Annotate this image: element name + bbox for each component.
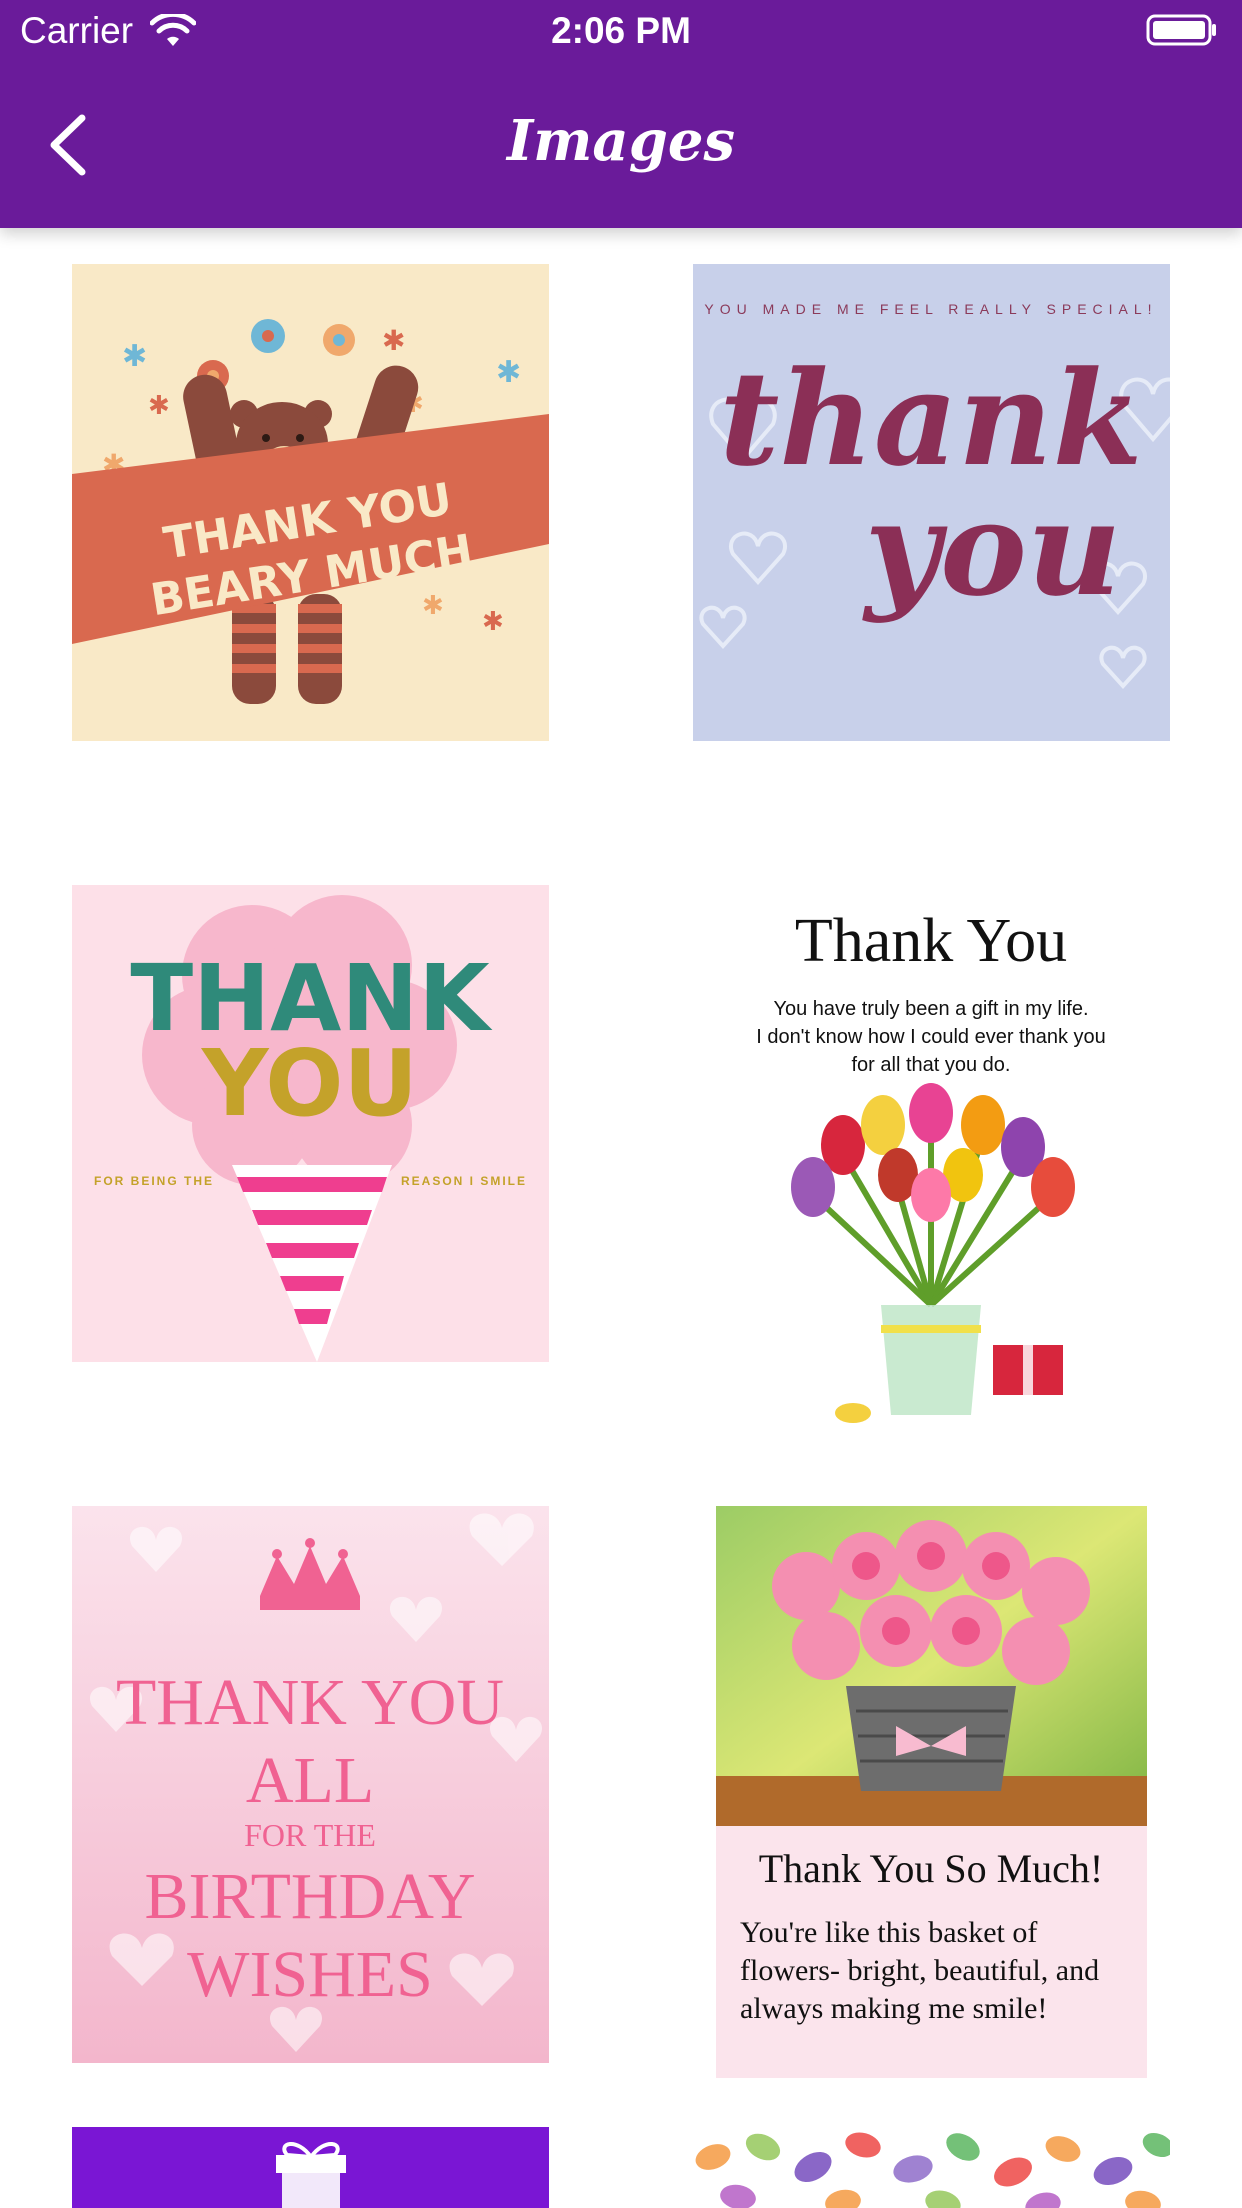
card-artwork: Thank You So Much! You're like this bask… — [716, 1506, 1147, 2078]
image-card-purple-gift[interactable] — [72, 2127, 549, 2208]
image-card-thank-you-beary-much[interactable]: ✱ ✱ ✱ ✱ ✱ ✱ ✱ ✱ THANK YOU BEARY MUCH — [72, 264, 549, 741]
card-text-line3: for all that you do. — [852, 1054, 1011, 1076]
svg-text:✱: ✱ — [148, 391, 170, 421]
card-artwork: YOU MADE ME FEEL REALLY SPECIAL! thank y… — [693, 264, 1170, 741]
card-title: Thank You So Much! — [759, 1846, 1103, 1891]
status-time: 2:06 PM — [551, 10, 691, 51]
svg-text:✱: ✱ — [482, 607, 504, 637]
card-text-line2: I don't know how I could ever thank you — [756, 1026, 1106, 1048]
card-caption-left: FOR BEING THE — [94, 1174, 214, 1188]
card-artwork: ✱ ✱ ✱ ✱ ✱ ✱ ✱ ✱ THANK YOU BEARY MUCH — [72, 264, 549, 741]
leaves-pattern-icon — [693, 2127, 1170, 2208]
navigation-bar: Carrier 2:06 PM Images — [0, 0, 1242, 228]
svg-text:✱: ✱ — [496, 355, 521, 390]
card-text-line4: BIRTHDAY — [145, 1860, 476, 1933]
page-title: Images — [506, 108, 736, 174]
card-text-line2: YOU — [201, 1030, 418, 1137]
card-artwork — [72, 2127, 549, 2208]
card-text-line1: You have truly been a gift in my life. — [774, 998, 1089, 1020]
card-text-line3: always making me smile! — [740, 1992, 1047, 2025]
card-text-line1: You're like this basket of — [740, 1916, 1037, 1949]
card-text-line2: flowers- bright, beautiful, and — [740, 1954, 1099, 1987]
image-card-thank-you-tulips[interactable]: Thank You You have truly been a gift in … — [693, 885, 1170, 1440]
card-text-line5: WISHES — [187, 1938, 433, 2011]
card-caption-right: REASON I SMILE — [401, 1174, 527, 1188]
image-card-thank-you-cotton-candy[interactable]: THANK YOU FOR BEING THE REASON I SMILE — [72, 885, 549, 1362]
card-artwork: Thank You You have truly been a gift in … — [693, 885, 1170, 1440]
card-text-line2: ALL — [246, 1744, 374, 1817]
card-text-line1: THANK YOU — [116, 1666, 504, 1739]
card-artwork: THANK YOU FOR BEING THE REASON I SMILE — [72, 885, 549, 1362]
battery-icon — [1146, 14, 1216, 46]
image-card-leaves-pattern[interactable] — [693, 2127, 1170, 2208]
card-title: Thank You — [795, 907, 1067, 975]
card-text-line3: FOR THE — [244, 1817, 376, 1853]
svg-text:✱: ✱ — [382, 324, 405, 357]
card-tagline: YOU MADE ME FEEL REALLY SPECIAL! — [704, 301, 1157, 317]
card-artwork: THANK YOU ALL FOR THE BIRTHDAY WISHES — [72, 1506, 549, 2063]
image-card-thank-you-special[interactable]: YOU MADE ME FEEL REALLY SPECIAL! thank y… — [693, 264, 1170, 741]
image-card-thank-you-so-much[interactable]: Thank You So Much! You're like this bask… — [716, 1506, 1147, 2078]
svg-text:✱: ✱ — [422, 591, 444, 621]
image-card-thank-you-birthday-wishes[interactable]: THANK YOU ALL FOR THE BIRTHDAY WISHES — [72, 1506, 549, 2063]
svg-text:✱: ✱ — [122, 339, 147, 374]
card-text-line2: you — [862, 472, 1122, 625]
